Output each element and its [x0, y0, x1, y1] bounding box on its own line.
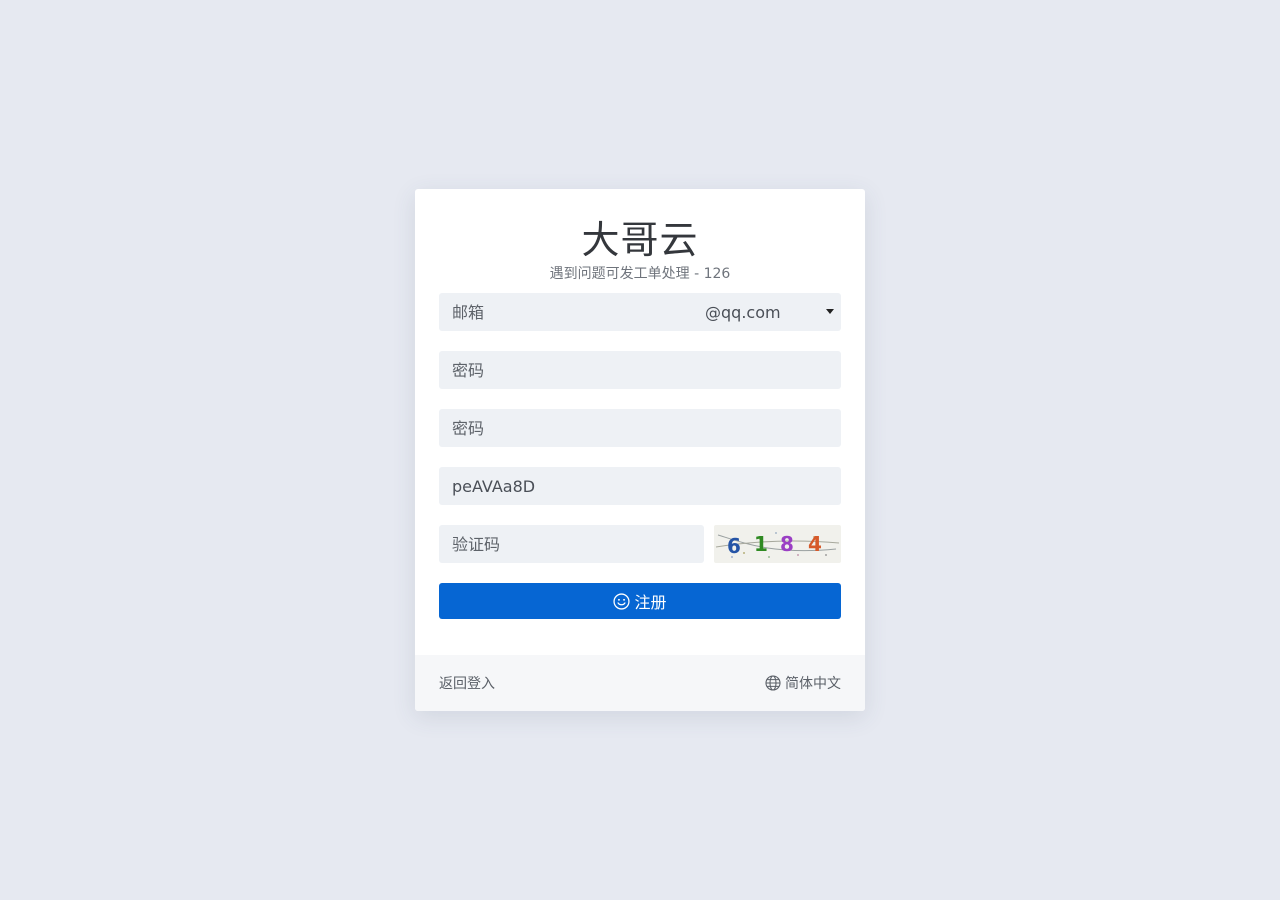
captcha-row: 6 1 8 4	[439, 525, 841, 563]
email-suffix-select[interactable]: @qq.com	[701, 293, 841, 331]
language-switcher[interactable]: 简体中文	[765, 673, 841, 693]
caret-down-icon	[826, 309, 834, 314]
email-group: @qq.com	[439, 293, 841, 331]
invite-code-input[interactable]	[439, 467, 841, 505]
register-button-label: 注册	[634, 593, 667, 612]
language-label: 简体中文	[785, 676, 841, 692]
captcha-input[interactable]	[439, 525, 704, 563]
confirm-password-input[interactable]	[439, 409, 841, 447]
card-body: 大哥云 遇到问题可发工单处理 - 126 @qq.com	[415, 189, 865, 619]
globe-icon	[765, 675, 781, 691]
captcha-graphic: 6 1 8 4	[715, 532, 840, 558]
card-footer: 返回登入 简体中文	[415, 655, 865, 711]
email-suffix-value: @qq.com	[705, 302, 781, 322]
email-row: @qq.com	[439, 293, 841, 331]
email-input[interactable]	[439, 293, 701, 331]
page-title: 大哥云	[581, 218, 699, 262]
captcha-image[interactable]: 6 1 8 4	[714, 525, 841, 563]
invite-code-row	[439, 467, 841, 505]
captcha-char-3: 8	[780, 532, 794, 556]
password-input[interactable]	[439, 351, 841, 389]
captcha-char-2: 1	[754, 532, 768, 556]
password-row	[439, 351, 841, 389]
captcha-char-4: 4	[808, 532, 822, 556]
register-card: 大哥云 遇到问题可发工单处理 - 126 @qq.com	[415, 189, 865, 711]
page-subtitle: 遇到问题可发工单处理 - 126	[549, 266, 731, 282]
confirm-password-row	[439, 409, 841, 447]
back-to-login-link[interactable]: 返回登入	[439, 673, 495, 693]
register-button[interactable]: 注册	[439, 583, 841, 619]
smile-icon	[613, 592, 631, 610]
captcha-char-1: 6	[727, 534, 741, 558]
